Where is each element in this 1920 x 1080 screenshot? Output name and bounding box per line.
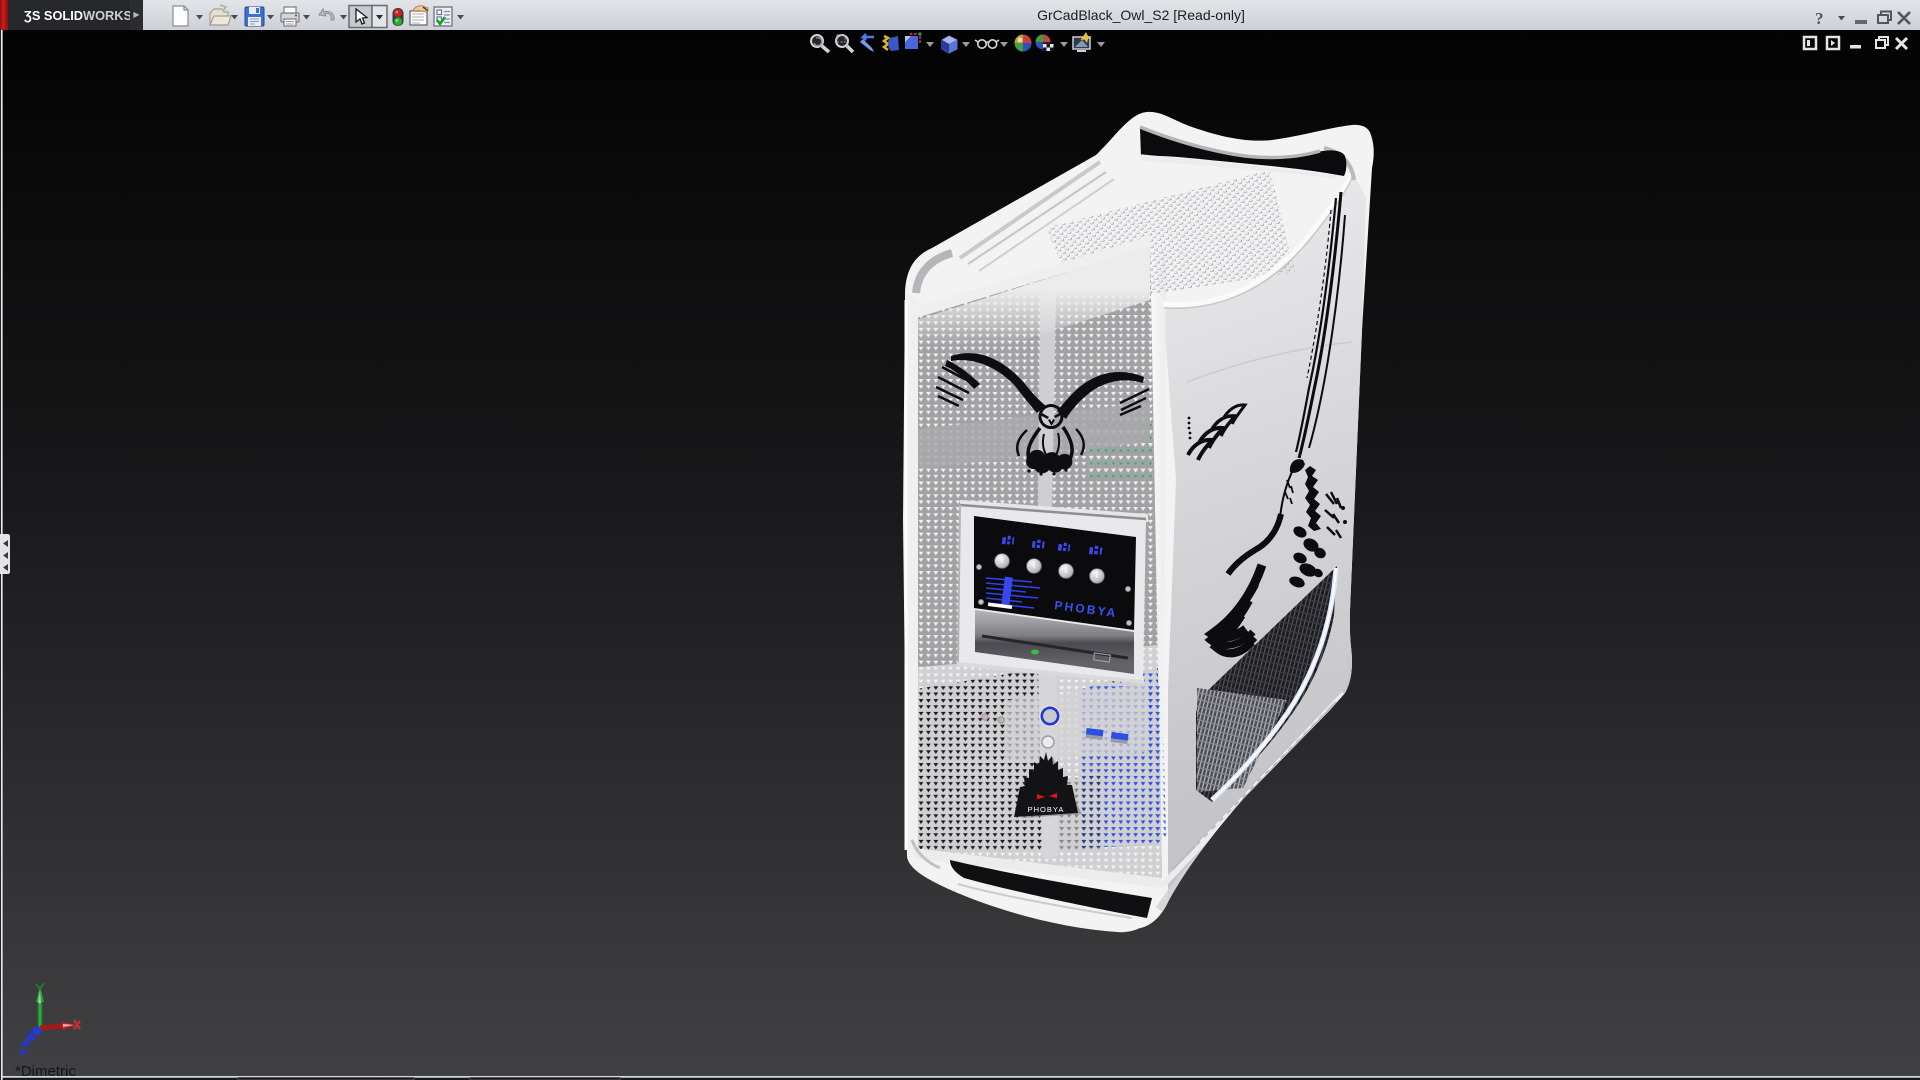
- svg-text:PHOBYA: PHOBYA: [1028, 805, 1065, 814]
- svg-text:?: ?: [1815, 9, 1824, 28]
